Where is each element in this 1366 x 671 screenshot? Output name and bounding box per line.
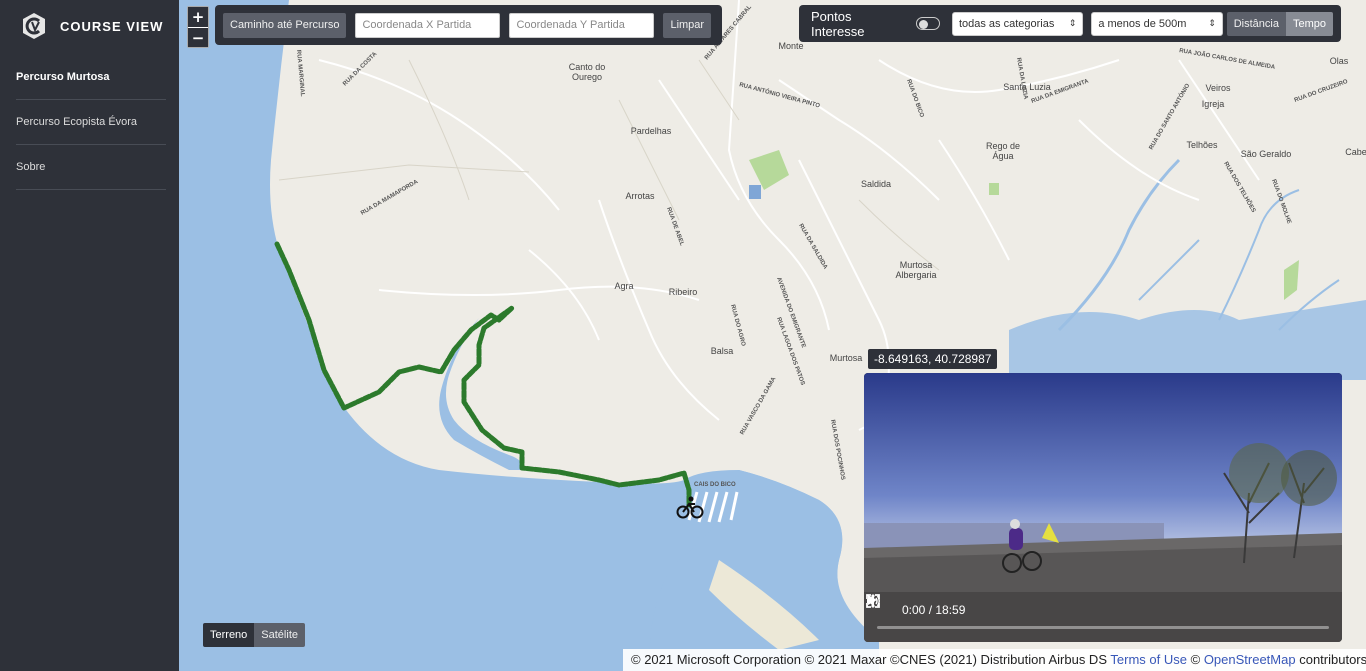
distance-select[interactable]: a menos de 500m ⇕ xyxy=(1091,11,1223,36)
street-label: RUA DA MAMAPORDA xyxy=(360,179,420,217)
right-coast-water xyxy=(1009,300,1366,380)
attribution-suffix: contributors. xyxy=(1299,652,1366,667)
street-label: AVENIDA DO EMIGRANTE xyxy=(775,277,806,349)
street-label: RUA DA SALDIDA xyxy=(797,223,828,271)
place-label: Saldida xyxy=(861,179,891,189)
category-select[interactable]: todas as categorias ⇕ xyxy=(951,11,1084,36)
more-options-icon[interactable] xyxy=(864,592,882,610)
zoom-out-button[interactable]: − xyxy=(188,27,208,47)
category-select-value: todas as categorias xyxy=(958,17,1055,30)
poi-toggle[interactable] xyxy=(916,17,940,30)
layer-switch: Terreno Satélite xyxy=(203,623,305,647)
place-label: Água xyxy=(992,151,1013,161)
place-label: Murtosa xyxy=(900,260,933,270)
street-label: RUA DO SANTO ANTÓNIO xyxy=(1147,82,1192,151)
path-to-route-button[interactable]: Caminho até Percurso xyxy=(223,12,347,38)
zoom-control: + − xyxy=(187,6,209,48)
street-label: RUA DA COSTA xyxy=(342,51,379,88)
satellite-layer-button[interactable]: Satélite xyxy=(254,623,305,647)
video-player[interactable]: 0:00 / 18:59 xyxy=(864,373,1342,642)
place-label: Rego de xyxy=(986,141,1020,151)
place-label: Agra xyxy=(614,281,633,291)
sidebar-item-percurso-ecopista-evora[interactable]: Percurso Ecopista Évora xyxy=(16,100,166,145)
attribution-copyright: © xyxy=(1190,652,1201,667)
place-label: Canto do xyxy=(569,62,606,72)
coordinate-tooltip: -8.649163, 40.728987 xyxy=(868,349,998,369)
toggle-knob xyxy=(919,19,929,29)
place-label: Balsa xyxy=(711,346,734,356)
distance-select-value: a menos de 500m xyxy=(1098,17,1187,30)
street-label: RUA JOÃO CARLOS DE ALMEIDA xyxy=(1179,47,1277,71)
attribution-prefix: © 2021 Microsoft Corporation © 2021 Maxa… xyxy=(631,652,1107,667)
brand[interactable]: COURSE VIEW xyxy=(20,10,163,42)
terrain-layer-button[interactable]: Terreno xyxy=(203,623,255,647)
video-progress-bar[interactable] xyxy=(877,626,1329,629)
street-label: RUA DO CRUZEIRO xyxy=(1294,79,1349,104)
updown-arrow-icon: ⇕ xyxy=(1208,18,1216,29)
place-label: Pardelhas xyxy=(631,126,672,136)
updown-arrow-icon: ⇕ xyxy=(1068,18,1077,29)
place-label: Arrotas xyxy=(625,191,655,201)
poi-label: Pontos Interesse xyxy=(811,8,865,39)
start-y-input[interactable] xyxy=(509,12,655,38)
distance-time-toggle: Distância Tempo xyxy=(1226,11,1334,36)
start-x-input[interactable] xyxy=(355,12,501,38)
street-label: RUA DO AGRO xyxy=(729,304,746,347)
place-label: Cabe xyxy=(1345,147,1366,157)
place-label: São Geraldo xyxy=(1241,149,1292,159)
place-label: Monte xyxy=(778,41,803,51)
sidebar-item-sobre[interactable]: Sobre xyxy=(16,145,166,190)
brand-title: COURSE VIEW xyxy=(60,18,164,34)
place-label: Murtosa xyxy=(830,353,863,363)
place-label: Olas xyxy=(1330,56,1349,66)
sidebar-item-percurso-murtosa[interactable]: Percurso Murtosa xyxy=(16,55,166,100)
street-label: RUA DOS POCINHOS xyxy=(829,419,846,480)
map-attribution: © 2021 Microsoft Corporation © 2021 Maxa… xyxy=(623,649,1366,671)
route-panel: Caminho até Percurso Limpar xyxy=(215,5,722,45)
distance-mode-button[interactable]: Distância xyxy=(1226,11,1286,36)
street-label: RUA DO BICO xyxy=(905,79,924,119)
place-label: Telhões xyxy=(1186,140,1218,150)
zoom-in-button[interactable]: + xyxy=(188,7,208,27)
street-label: RUA LAGOA DOS PATOS xyxy=(775,317,805,387)
openstreetmap-link[interactable]: OpenStreetMap xyxy=(1204,652,1296,667)
video-time: 0:00 / 18:59 xyxy=(902,603,966,617)
sidebar-nav: Percurso Murtosa Percurso Ecopista Évora… xyxy=(16,55,166,190)
course-view-logo-icon xyxy=(23,13,45,39)
street-label: CAIS DO BICO xyxy=(694,482,736,488)
place-label: Albergaria xyxy=(895,270,936,280)
terms-of-use-link[interactable]: Terms of Use xyxy=(1110,652,1187,667)
map-view[interactable]: Monte Canto do Ourego Pardelhas Arrotas … xyxy=(179,0,1366,671)
time-mode-button[interactable]: Tempo xyxy=(1285,11,1334,36)
poi-panel: Pontos Interesse todas as categorias ⇕ a… xyxy=(799,5,1341,42)
place-label: Igreja xyxy=(1202,99,1225,109)
place-label: Ribeiro xyxy=(669,287,698,297)
video-controls: 0:00 / 18:59 xyxy=(864,592,1342,642)
place-label: Veiros xyxy=(1205,83,1231,93)
street-label: RUA DA LUZIA xyxy=(1015,57,1028,100)
place-label: Ourego xyxy=(572,72,602,82)
clear-button[interactable]: Limpar xyxy=(663,12,712,38)
street-label: RUA DO MOLHE xyxy=(1270,179,1292,225)
street-label: RUA ANTÓNIO VIEIRA PINTO xyxy=(738,80,821,109)
street-label: RUA VASCO DA GAMA xyxy=(740,376,778,436)
street-label: RUA MARGINAL xyxy=(295,50,305,97)
sidebar: COURSE VIEW Percurso Murtosa Percurso Ec… xyxy=(0,0,179,671)
